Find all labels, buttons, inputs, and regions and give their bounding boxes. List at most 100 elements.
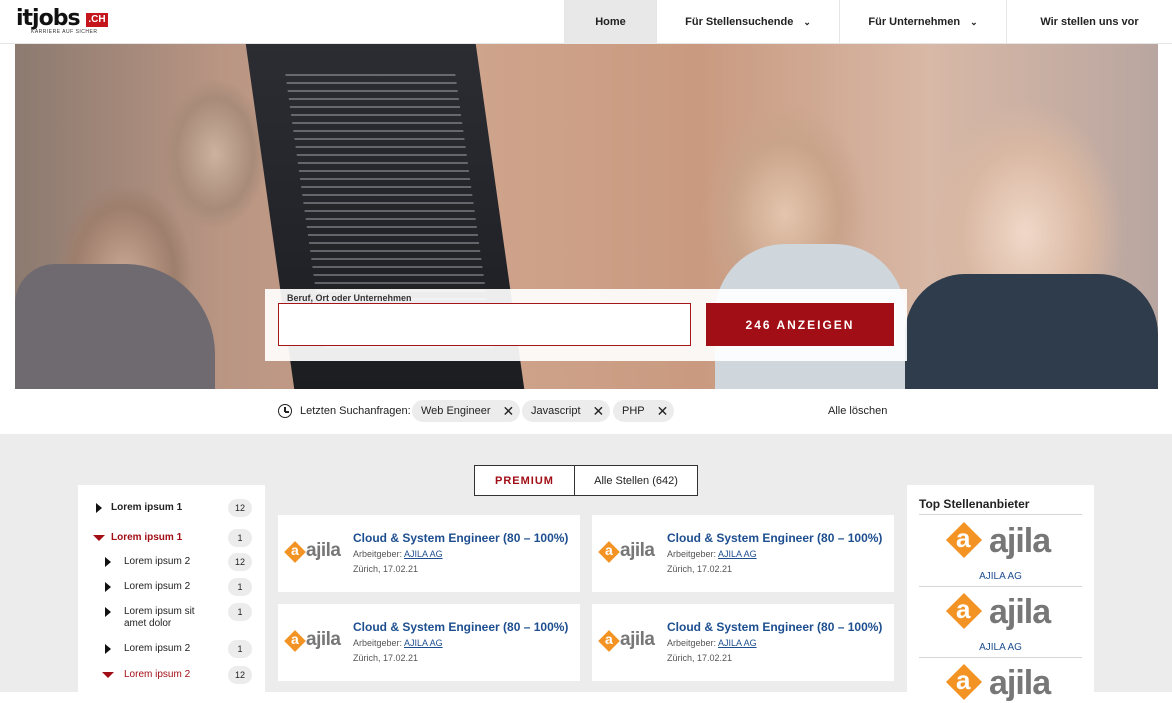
divider xyxy=(919,586,1082,587)
nav-fuer-unternehmen[interactable]: Für Unternehmen ⌄ xyxy=(839,0,1006,44)
nav-wir-stellen-uns-vor[interactable]: Wir stellen uns vor xyxy=(1006,0,1172,44)
job-location-date: Zürich, 17.02.21 xyxy=(353,653,419,663)
ajila-logo: a ajila xyxy=(598,540,660,564)
subcategory-item[interactable]: Lorem ipsum sit amet dolor 1 xyxy=(78,602,265,632)
job-date: 17.02.21 xyxy=(383,564,419,574)
tab-all-jobs[interactable]: Alle Stellen (642) xyxy=(575,466,697,495)
job-employer: Arbeitgeber: AJILA AG xyxy=(353,549,443,559)
job-card[interactable]: a ajila Cloud & System Engineer (80 – 10… xyxy=(592,515,894,592)
caret-right-icon xyxy=(105,644,111,654)
employer-link[interactable]: AJILA AG xyxy=(404,638,443,648)
chevron-down-icon: ⌄ xyxy=(803,16,811,27)
nav-fuer-stellensuchende[interactable]: Für Stellensuchende ⌄ xyxy=(656,0,839,44)
caret-right-icon xyxy=(105,607,111,617)
caret-down-icon xyxy=(93,535,105,541)
employer-label: Arbeitgeber: xyxy=(353,638,403,648)
employer-link[interactable]: AJILA AG xyxy=(718,549,757,559)
job-location-date: Zürich, 17.02.21 xyxy=(353,564,419,574)
job-location-date: Zürich, 17.02.21 xyxy=(667,653,733,663)
subcategory-label: Lorem ipsum 2 xyxy=(124,556,191,567)
provider-name-link[interactable]: AJILA AG xyxy=(907,642,1094,653)
clear-all-link[interactable]: Alle löschen xyxy=(828,405,887,417)
job-location: Zürich xyxy=(353,564,379,574)
job-card[interactable]: a ajila Cloud & System Engineer (80 – 10… xyxy=(592,604,894,681)
ajila-logo-letter: a xyxy=(605,631,613,647)
subcategory-label: Lorem ipsum 2 xyxy=(124,669,191,680)
provider-logo[interactable]: a ajila xyxy=(943,663,1063,703)
nav-wir-stellen-uns-vor-label: Wir stellen uns vor xyxy=(1040,16,1139,28)
job-employer: Arbeitgeber: AJILA AG xyxy=(667,638,757,648)
subcategory-item[interactable]: Lorem ipsum 2 12 xyxy=(78,665,265,685)
search-label: Beruf, Ort oder Unternehmen xyxy=(287,293,412,303)
search-input[interactable] xyxy=(278,303,691,346)
clock-icon xyxy=(278,404,292,418)
ajila-logo: a ajila xyxy=(284,540,346,564)
recent-search-chip[interactable]: Web Engineer ✕ xyxy=(412,400,521,422)
category-label: Lorem ipsum 1 xyxy=(111,532,183,543)
subcategory-item[interactable]: Lorem ipsum 2 1 xyxy=(78,577,265,597)
employer-label: Arbeitgeber: xyxy=(353,549,403,559)
job-title-link[interactable]: Cloud & System Engineer (80 – 100%) xyxy=(667,620,882,634)
job-location: Zürich xyxy=(667,653,693,663)
category-count: 1 xyxy=(228,529,252,547)
itjobs-logo[interactable]: itjobs .CH KARRIERE AUF SICHER xyxy=(16,7,110,37)
nav-home[interactable]: Home xyxy=(564,0,656,44)
main-nav: Home Für Stellensuchende ⌄ Für Unternehm… xyxy=(564,0,1172,44)
job-employer: Arbeitgeber: AJILA AG xyxy=(667,549,757,559)
recent-searches-bar: Letzten Suchanfragen: Web Engineer ✕ Jav… xyxy=(0,389,1172,434)
logo-suffix: .CH xyxy=(86,13,108,27)
caret-right-icon xyxy=(105,557,111,567)
job-location-date: Zürich, 17.02.21 xyxy=(667,564,733,574)
ajila-logo-letter: a xyxy=(291,542,299,558)
provider-name-link[interactable]: AJILA AG xyxy=(907,571,1094,582)
job-date: 17.02.21 xyxy=(383,653,419,663)
job-employer: Arbeitgeber: AJILA AG xyxy=(353,638,443,648)
employer-label: Arbeitgeber: xyxy=(667,638,717,648)
ajila-logo-letter: a xyxy=(956,523,971,553)
hero-person-left xyxy=(15,264,215,389)
ajila-logo-word: ajila xyxy=(306,540,341,561)
category-item[interactable]: Lorem ipsum 1 12 xyxy=(78,498,265,518)
close-icon[interactable]: ✕ xyxy=(503,404,515,418)
show-results-button[interactable]: 246 ANZEIGEN xyxy=(706,303,894,346)
nav-home-label: Home xyxy=(595,16,626,28)
job-title-link[interactable]: Cloud & System Engineer (80 – 100%) xyxy=(353,531,568,545)
subcategory-item[interactable]: Lorem ipsum 2 1 xyxy=(78,639,265,659)
job-date: 17.02.21 xyxy=(697,564,733,574)
ajila-logo-word: ajila xyxy=(989,593,1051,631)
recent-search-chip[interactable]: PHP ✕ xyxy=(613,400,675,422)
category-count: 12 xyxy=(228,666,252,684)
job-card[interactable]: a ajila Cloud & System Engineer (80 – 10… xyxy=(278,604,580,681)
job-card[interactable]: a ajila Cloud & System Engineer (80 – 10… xyxy=(278,515,580,592)
chip-label: PHP xyxy=(622,405,645,417)
subcategory-label: Lorem ipsum sit amet dolor xyxy=(124,606,195,629)
ajila-logo-word: ajila xyxy=(989,664,1051,702)
chip-label: Web Engineer xyxy=(421,405,491,417)
ajila-logo-word: ajila xyxy=(620,540,655,561)
ajila-logo-word: ajila xyxy=(989,522,1051,560)
listing-tabs: PREMIUM Alle Stellen (642) xyxy=(474,465,698,496)
category-count: 12 xyxy=(228,553,252,571)
recent-search-chip[interactable]: Javascript ✕ xyxy=(522,400,611,422)
top-providers-panel: Top Stellenanbieter a ajila AJILA AG a a… xyxy=(907,485,1094,702)
job-location: Zürich xyxy=(667,564,693,574)
category-item[interactable]: Lorem ipsum 1 1 xyxy=(78,528,265,548)
nav-fuer-stellensuchende-label: Für Stellensuchende xyxy=(685,16,794,28)
job-title-link[interactable]: Cloud & System Engineer (80 – 100%) xyxy=(353,620,568,634)
provider-logo[interactable]: a ajila xyxy=(943,592,1063,632)
close-icon[interactable]: ✕ xyxy=(657,404,669,418)
close-icon[interactable]: ✕ xyxy=(593,404,605,418)
job-title-link[interactable]: Cloud & System Engineer (80 – 100%) xyxy=(667,531,882,545)
hero-person-right xyxy=(905,274,1158,389)
employer-link[interactable]: AJILA AG xyxy=(718,638,757,648)
category-count: 1 xyxy=(228,640,252,658)
divider xyxy=(919,514,1082,515)
category-count: 12 xyxy=(228,499,252,517)
caret-right-icon xyxy=(96,503,102,513)
employer-link[interactable]: AJILA AG xyxy=(404,549,443,559)
subcategory-item[interactable]: Lorem ipsum 2 12 xyxy=(78,552,265,572)
logo-tagline: KARRIERE AUF SICHER xyxy=(31,29,98,35)
provider-logo[interactable]: a ajila xyxy=(943,521,1063,561)
subcategory-label: Lorem ipsum 2 xyxy=(124,581,191,592)
tab-premium[interactable]: PREMIUM xyxy=(475,466,575,495)
